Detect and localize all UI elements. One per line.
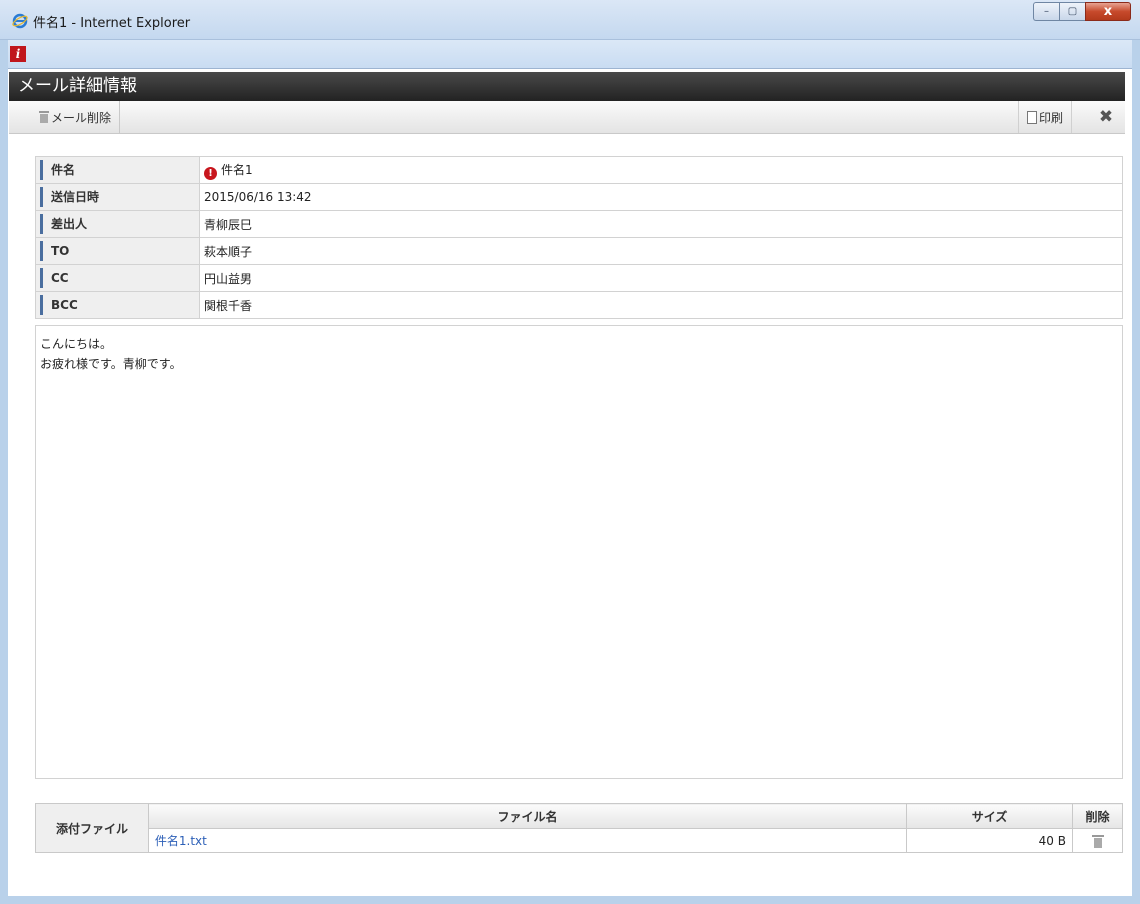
close-button[interactable]: ✖ xyxy=(1087,101,1125,133)
alert-icon: ! xyxy=(204,166,217,180)
subject-label: 件名 xyxy=(40,160,199,180)
to-label: TO xyxy=(40,241,199,261)
maximize-button[interactable]: ▢ xyxy=(1059,2,1085,21)
subject-value: 件名1 xyxy=(221,162,253,177)
detail-row-sender: 差出人 青柳辰巳 xyxy=(35,210,1123,238)
page-title: メール詳細情報 xyxy=(9,72,1125,101)
internet-explorer-icon xyxy=(12,13,28,29)
detail-label: 送信日時 xyxy=(35,183,200,211)
table-row: 件名1.txt 40 B xyxy=(36,828,1123,853)
to-value: 萩本順子 xyxy=(199,237,1123,265)
bcc-value: 関根千香 xyxy=(199,291,1123,319)
attachment-link[interactable]: 件名1.txt xyxy=(149,834,207,848)
sent-date-label: 送信日時 xyxy=(40,187,199,207)
detail-label: 差出人 xyxy=(35,210,200,238)
bcc-label: BCC xyxy=(40,295,199,315)
attachments-table: 添付ファイル ファイル名 サイズ 削除 件名1.txt 40 B xyxy=(35,803,1123,853)
detail-row-to: TO 萩本順子 xyxy=(35,237,1123,265)
attachment-name-cell: 件名1.txt xyxy=(147,828,908,853)
delete-attachment-trash-icon[interactable] xyxy=(1091,834,1104,848)
close-x-icon: ✖ xyxy=(1098,107,1114,127)
trash-icon xyxy=(39,111,49,123)
minimize-icon: – xyxy=(1044,6,1049,17)
detail-label: BCC xyxy=(35,291,200,319)
detail-label: CC xyxy=(35,264,200,292)
sent-date-value: 2015/06/16 13:42 xyxy=(199,183,1123,211)
window-controls: – ▢ x xyxy=(1033,2,1131,21)
toolbar: メール削除 印刷 ✖ xyxy=(9,101,1125,134)
browser-bar: i xyxy=(8,40,1132,69)
detail-value: ! 件名1 xyxy=(199,156,1123,184)
detail-row-bcc: BCC 関根千香 xyxy=(35,291,1123,319)
detail-row-sent-date: 送信日時 2015/06/16 13:42 xyxy=(35,183,1123,211)
detail-label: 件名 xyxy=(35,156,200,184)
sender-value: 青柳辰巳 xyxy=(199,210,1123,238)
detail-row-cc: CC 円山益男 xyxy=(35,264,1123,292)
column-header-delete: 削除 xyxy=(1072,803,1123,829)
window-titlebar: 件名1 - Internet Explorer – ▢ x xyxy=(0,0,1140,40)
print-icon xyxy=(1027,110,1037,124)
mail-body-line: こんにちは。 xyxy=(40,337,113,351)
app-logo-text: i xyxy=(15,47,21,61)
minimize-button[interactable]: – xyxy=(1033,2,1059,21)
maximize-icon: ▢ xyxy=(1067,6,1078,17)
delete-mail-label: メール削除 xyxy=(51,110,112,125)
close-icon: x xyxy=(1103,4,1113,19)
close-window-button[interactable]: x xyxy=(1085,2,1131,21)
attachment-delete-cell xyxy=(1072,828,1123,853)
attachments-label: 添付ファイル xyxy=(35,803,149,853)
mail-details-table: 件名 ! 件名1 送信日時 2015/06/16 13:42 差出人 青柳辰巳 T… xyxy=(35,156,1123,319)
print-button[interactable]: 印刷 xyxy=(1018,101,1073,133)
mail-body-line: お疲れ様です。青柳です。 xyxy=(40,357,182,371)
cc-label: CC xyxy=(40,268,199,288)
cc-value: 円山益男 xyxy=(199,264,1123,292)
print-label: 印刷 xyxy=(1039,110,1064,125)
app-logo-icon: i xyxy=(10,46,26,62)
detail-row-subject: 件名 ! 件名1 xyxy=(35,156,1123,184)
window-title: 件名1 - Internet Explorer xyxy=(33,16,191,31)
column-header-size: サイズ xyxy=(906,803,1073,829)
sender-label: 差出人 xyxy=(40,214,199,234)
delete-mail-button[interactable]: メール削除 xyxy=(39,101,121,133)
detail-label: TO xyxy=(35,237,200,265)
attachment-size: 40 B xyxy=(906,828,1073,853)
mail-body: こんにちは。 お疲れ様です。青柳です。 xyxy=(35,325,1123,779)
column-header-filename: ファイル名 xyxy=(147,803,908,829)
